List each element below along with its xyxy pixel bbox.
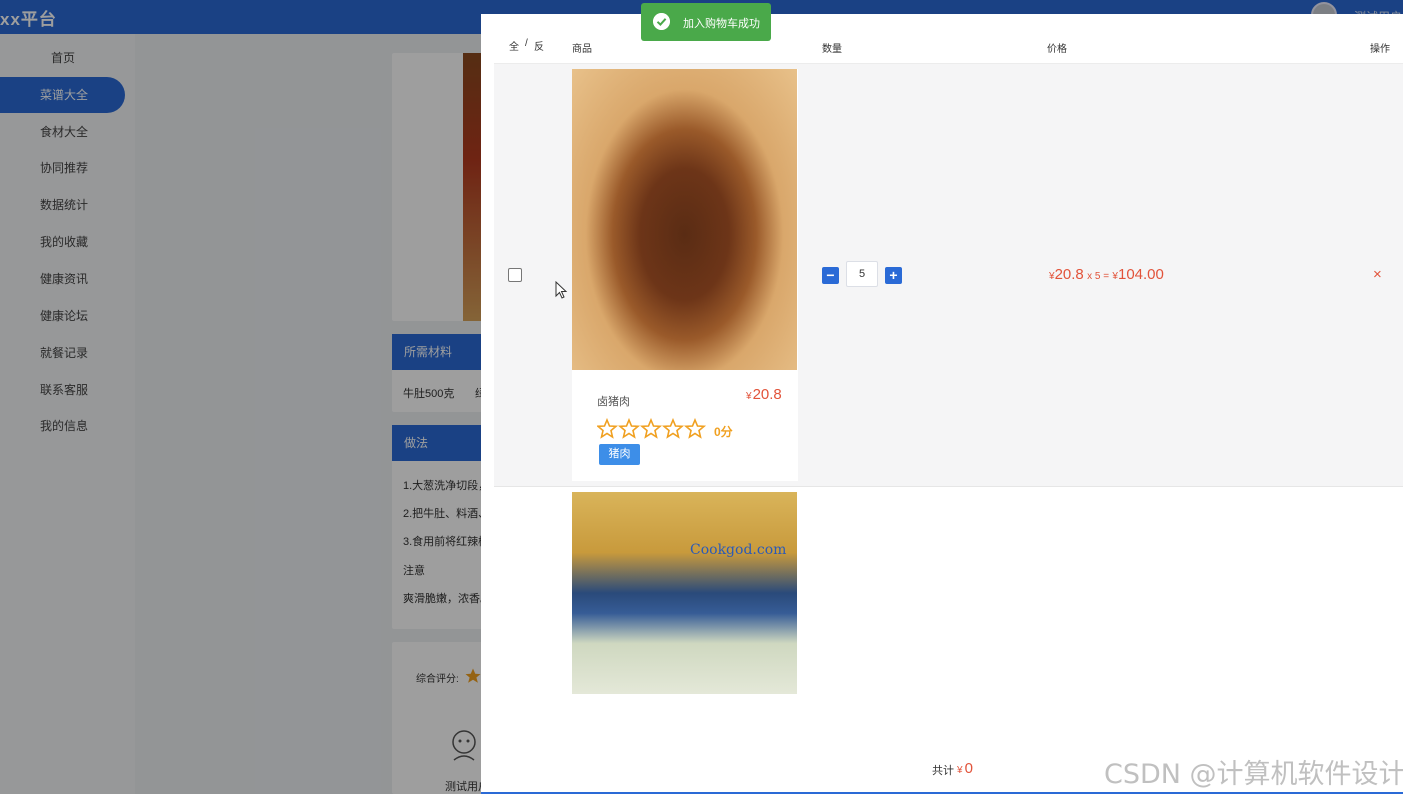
mouse-cursor-icon [555, 281, 568, 299]
total-value: ¥0 [957, 760, 973, 777]
image-watermark-text: Cookgod.com [690, 542, 787, 558]
product-name: 卤猪肉 [597, 396, 630, 408]
success-toast: 加入购物车成功 [641, 3, 771, 41]
cart-drawer: 全 / 反 商品 数量 价格 操作 卤猪肉 ¥20.8 0分 猪肉 − 5 + … [481, 14, 1403, 794]
rating-score: 0分 [714, 425, 733, 439]
star-rating-icons[interactable] [597, 418, 707, 440]
header-price: 价格 [1047, 44, 1067, 55]
cart-row: Cookgod.com [494, 488, 1403, 694]
header-action: 操作 [1370, 44, 1390, 55]
product-card[interactable]: 卤猪肉 ¥20.8 0分 猪肉 [572, 69, 798, 481]
total-label: 共计 [932, 765, 954, 777]
product-card[interactable]: Cookgod.com [572, 492, 798, 694]
select-invert-link[interactable]: 反 [534, 38, 544, 53]
line-price: ¥20.8 x 5 = ¥104.00 [1049, 266, 1164, 283]
quantity-increase-button[interactable]: + [885, 267, 902, 284]
toast-message: 加入购物车成功 [683, 18, 760, 30]
product-image [572, 69, 797, 370]
row-checkbox[interactable] [508, 268, 522, 282]
csdn-watermark: CSDN @计算机软件设计 [1104, 759, 1403, 790]
product-price: ¥20.8 [746, 386, 782, 403]
header-product: 商品 [572, 44, 592, 55]
select-separator: / [525, 38, 528, 49]
quantity-input[interactable]: 5 [846, 261, 878, 287]
check-circle-icon [653, 13, 670, 30]
product-image [572, 492, 797, 694]
category-tag: 猪肉 [599, 444, 640, 465]
quantity-decrease-button[interactable]: − [822, 267, 839, 284]
remove-item-button[interactable]: × [1373, 266, 1382, 283]
select-all-link[interactable]: 全 [509, 38, 519, 53]
cart-row: 卤猪肉 ¥20.8 0分 猪肉 − 5 + ¥20.8 x 5 = ¥104.0… [494, 64, 1403, 487]
cart-table-header: 全 / 反 商品 数量 价格 操作 [494, 28, 1403, 64]
header-quantity: 数量 [822, 44, 842, 55]
